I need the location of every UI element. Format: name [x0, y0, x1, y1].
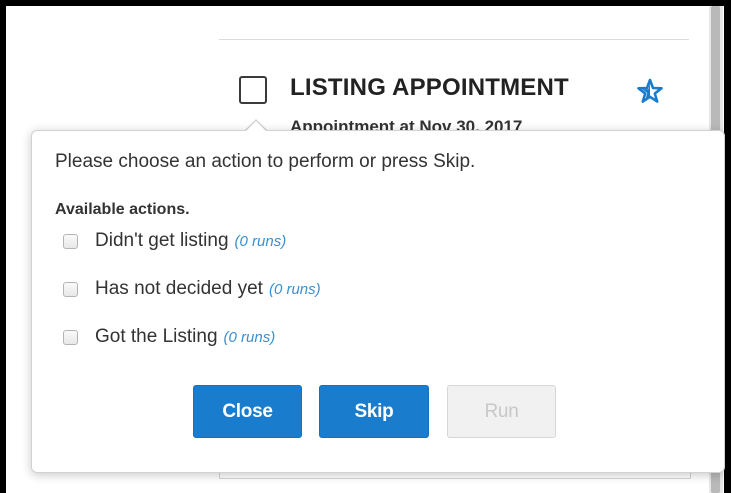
action-runs-count: (0 runs) — [268, 280, 321, 298]
action-option-has-not-decided[interactable]: Has not decided yet (0 runs) — [63, 277, 321, 301]
skip-button[interactable]: Skip — [319, 385, 429, 438]
run-button[interactable]: Run — [447, 385, 556, 438]
actions-heading: Available actions. — [55, 201, 190, 218]
star-icon[interactable] — [636, 77, 664, 105]
action-checkbox[interactable] — [63, 329, 78, 345]
popup-arrow-fill — [245, 121, 267, 132]
divider — [219, 39, 689, 40]
action-label[interactable]: Got the Listing — [95, 326, 218, 348]
action-label[interactable]: Has not decided yet — [95, 278, 263, 300]
action-option-got-the-listing[interactable]: Got the Listing (0 runs) — [63, 325, 275, 349]
action-checkbox[interactable] — [63, 281, 78, 297]
action-runs-count: (0 runs) — [234, 232, 287, 250]
task-complete-checkbox[interactable] — [239, 76, 267, 104]
action-label[interactable]: Didn't get listing — [95, 230, 229, 252]
action-runs-count: (0 runs) — [223, 328, 276, 346]
task-title: LISTING APPOINTMENT — [290, 74, 569, 101]
close-button[interactable]: Close — [193, 385, 302, 438]
action-option-didnt-get-listing[interactable]: Didn't get listing (0 runs) — [63, 229, 286, 253]
action-checkbox[interactable] — [63, 233, 78, 249]
popup-prompt: Please choose an action to perform or pr… — [55, 151, 476, 172]
